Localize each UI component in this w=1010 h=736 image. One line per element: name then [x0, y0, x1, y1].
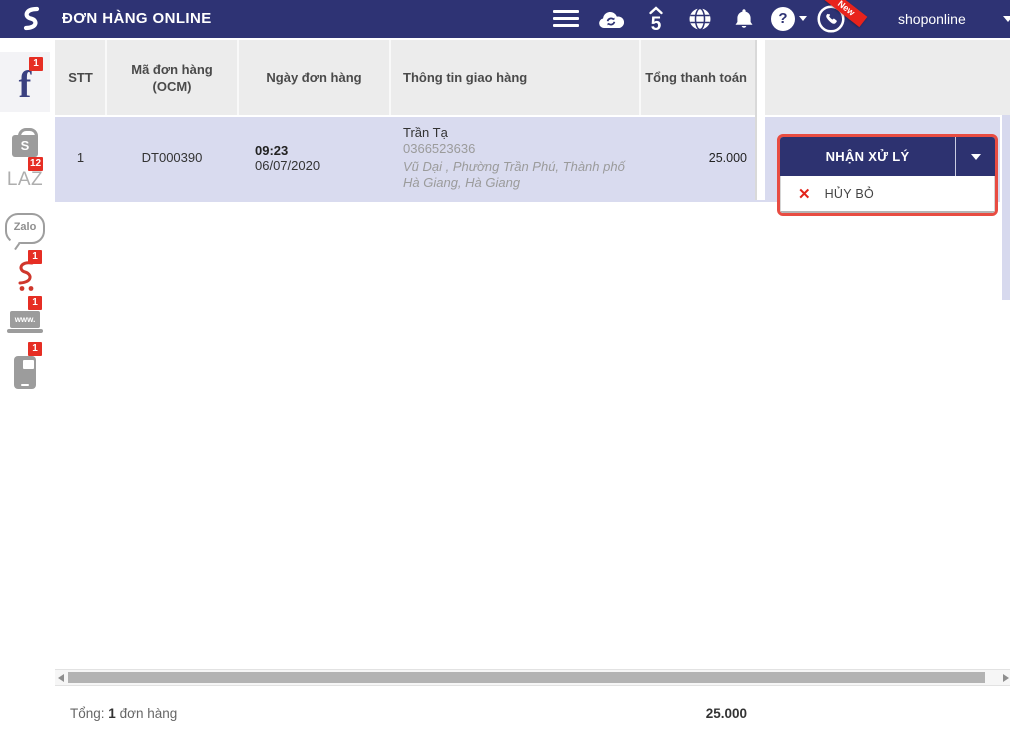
sidebar: f 1 S LAZ 12 Zalo 1 www. 1 1 — [0, 38, 50, 736]
account-caret-icon[interactable] — [1003, 16, 1010, 22]
mobile-badge: 1 — [28, 342, 42, 356]
cell-order-code: DT000390 — [141, 150, 203, 165]
footer-total-label: Tổng: 1 đơn hàng — [70, 706, 177, 721]
app-logo-icon[interactable] — [16, 4, 46, 34]
total-unit: đơn hàng — [119, 706, 178, 721]
cancel-x-icon: ✕ — [798, 185, 811, 203]
bell-icon[interactable] — [731, 6, 757, 32]
cancel-order-label: HỦY BỎ — [824, 186, 875, 201]
row-overflow-sliver — [1002, 115, 1010, 300]
cloud-sync-icon[interactable] — [596, 8, 626, 31]
column-header-shipping-info[interactable]: Thông tin giao hàng — [390, 40, 640, 115]
sidebar-item-lazada[interactable]: LAZ 12 — [0, 157, 50, 202]
help-caret-icon[interactable] — [799, 16, 807, 21]
order-date: 06/07/2020 — [255, 157, 321, 173]
column-header-order-date[interactable]: Ngày đơn hàng — [238, 40, 390, 115]
website-icon: www. — [7, 311, 43, 335]
facebook-badge: 1 — [29, 57, 43, 71]
process-order-dropdown-toggle[interactable] — [955, 137, 995, 176]
footer-total-amount: 25.000 — [705, 706, 747, 721]
sidebar-item-mobile[interactable]: 1 — [0, 342, 50, 396]
lazada-badge: 12 — [28, 157, 44, 171]
column-header-total[interactable]: Tổng thanh toán — [640, 40, 757, 115]
scroll-left-arrow-icon[interactable] — [58, 674, 64, 682]
column-separator — [755, 40, 765, 200]
sidebar-item-facebook[interactable]: f 1 — [0, 52, 50, 112]
process-order-button[interactable]: NHẬN XỬ LÝ — [780, 137, 955, 176]
mobile-icon — [14, 355, 36, 389]
globe-icon[interactable] — [687, 6, 713, 32]
sapo-icon[interactable]: 5 — [645, 5, 667, 33]
column-header-order-code[interactable]: Mã đơn hàng (OCM) — [106, 40, 238, 115]
page-title: ĐƠN HÀNG ONLINE — [62, 10, 212, 27]
account-name[interactable]: shoponline — [898, 11, 966, 27]
cell-total: 25.000 — [708, 150, 747, 165]
total-count: 1 — [108, 706, 116, 721]
help-icon[interactable]: ? — [771, 7, 795, 31]
action-highlight-box: NHẬN XỬ LÝ ✕ HỦY BỎ — [777, 134, 998, 216]
shopee-icon: S — [12, 128, 38, 158]
column-header-stt[interactable]: STT — [55, 40, 106, 115]
cell-order-date: 09:23 06/07/2020 — [238, 115, 390, 200]
horizontal-scrollbar[interactable] — [55, 669, 1010, 686]
menu-icon[interactable] — [553, 10, 579, 28]
sidebar-item-sendo[interactable]: 1 — [0, 250, 50, 300]
top-bar: ĐƠN HÀNG ONLINE 5 ? New shoponline — [0, 0, 1010, 38]
website-badge: 1 — [28, 296, 42, 310]
facebook-icon: f — [18, 64, 32, 106]
scroll-right-arrow-icon[interactable] — [1003, 674, 1009, 682]
svg-text:5: 5 — [651, 14, 662, 33]
order-time: 09:23 — [255, 142, 289, 158]
customer-phone: 0366523636 — [403, 140, 476, 156]
zalo-icon: Zalo — [5, 212, 45, 244]
customer-address: Vũ Dại , Phường Trần Phú, Thành phố Hà G… — [403, 158, 625, 190]
sidebar-item-website[interactable]: www. 1 — [0, 296, 50, 346]
lazada-icon: LAZ — [6, 169, 44, 190]
cell-shipping-info: Trần Tạ 0366523636 Vũ Dại , Phường Trần … — [390, 115, 640, 200]
cancel-order-menu-item[interactable]: ✕ HỦY BỎ — [780, 176, 995, 213]
total-label: Tổng: — [70, 706, 105, 721]
cell-stt: 1 — [76, 150, 85, 165]
sidebar-item-zalo[interactable]: Zalo — [0, 206, 50, 250]
customer-name: Trần Tạ — [403, 124, 448, 140]
scrollbar-thumb[interactable] — [68, 672, 985, 683]
chevron-down-icon — [970, 153, 981, 160]
sendo-badge: 1 — [28, 250, 42, 264]
